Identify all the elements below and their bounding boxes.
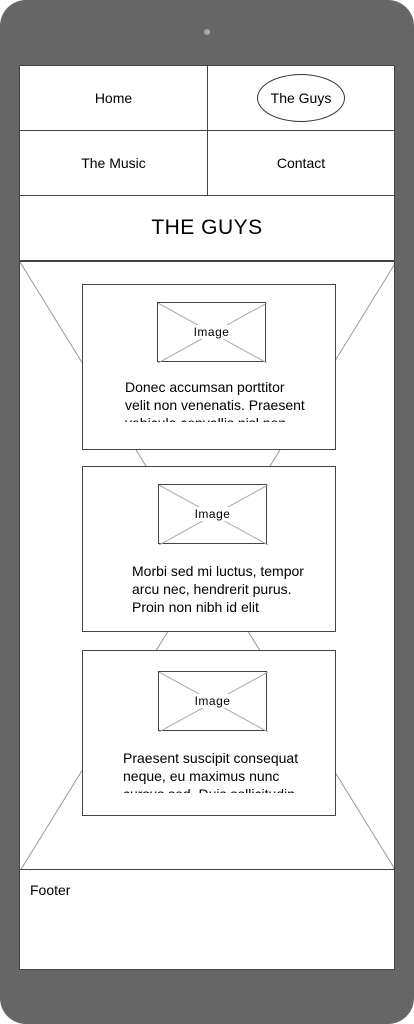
footer-label: Footer	[30, 882, 71, 898]
member-card[interactable]: Image Praesent suscipit consequat neque,…	[82, 650, 336, 816]
card-text: Praesent suscipit consequat neque, eu ma…	[123, 750, 299, 793]
nav-the-music-label: The Music	[81, 155, 146, 171]
screen: Home The Guys The Music Contact THE GUYS	[19, 65, 395, 970]
image-placeholder: Image	[158, 484, 268, 545]
nav-contact-label: Contact	[276, 155, 326, 171]
nav-home-label: Home	[94, 90, 133, 106]
content-scroll-area[interactable]: Image Donec accumsan porttitor velit non…	[19, 261, 395, 870]
image-placeholder: Image	[158, 671, 268, 732]
phone-frame: Home The Guys The Music Contact THE GUYS	[0, 0, 414, 1024]
nav-contact[interactable]: Contact	[207, 130, 395, 196]
page-title-bar: THE GUYS	[19, 195, 395, 261]
image-label: Image	[192, 507, 233, 521]
camera-icon	[204, 29, 210, 35]
member-card[interactable]: Image Morbi sed mi luctus, tempor arcu n…	[82, 466, 336, 632]
image-placeholder: Image	[157, 302, 267, 363]
card-text: Donec accumsan porttitor velit non venen…	[125, 379, 305, 422]
page-title: THE GUYS	[151, 216, 263, 239]
image-label: Image	[191, 325, 232, 339]
active-nav-indicator: The Guys	[257, 74, 345, 122]
member-card[interactable]: Image Donec accumsan porttitor velit non…	[82, 284, 336, 450]
image-label: Image	[192, 694, 233, 708]
card-text: Morbi sed mi luctus, tempor arcu nec, he…	[132, 563, 304, 615]
nav-home[interactable]: Home	[19, 65, 208, 131]
nav-the-guys-label: The Guys	[270, 90, 332, 106]
footer: Footer	[19, 870, 395, 970]
nav-the-guys[interactable]: The Guys	[207, 65, 395, 131]
nav-the-music[interactable]: The Music	[19, 130, 208, 196]
